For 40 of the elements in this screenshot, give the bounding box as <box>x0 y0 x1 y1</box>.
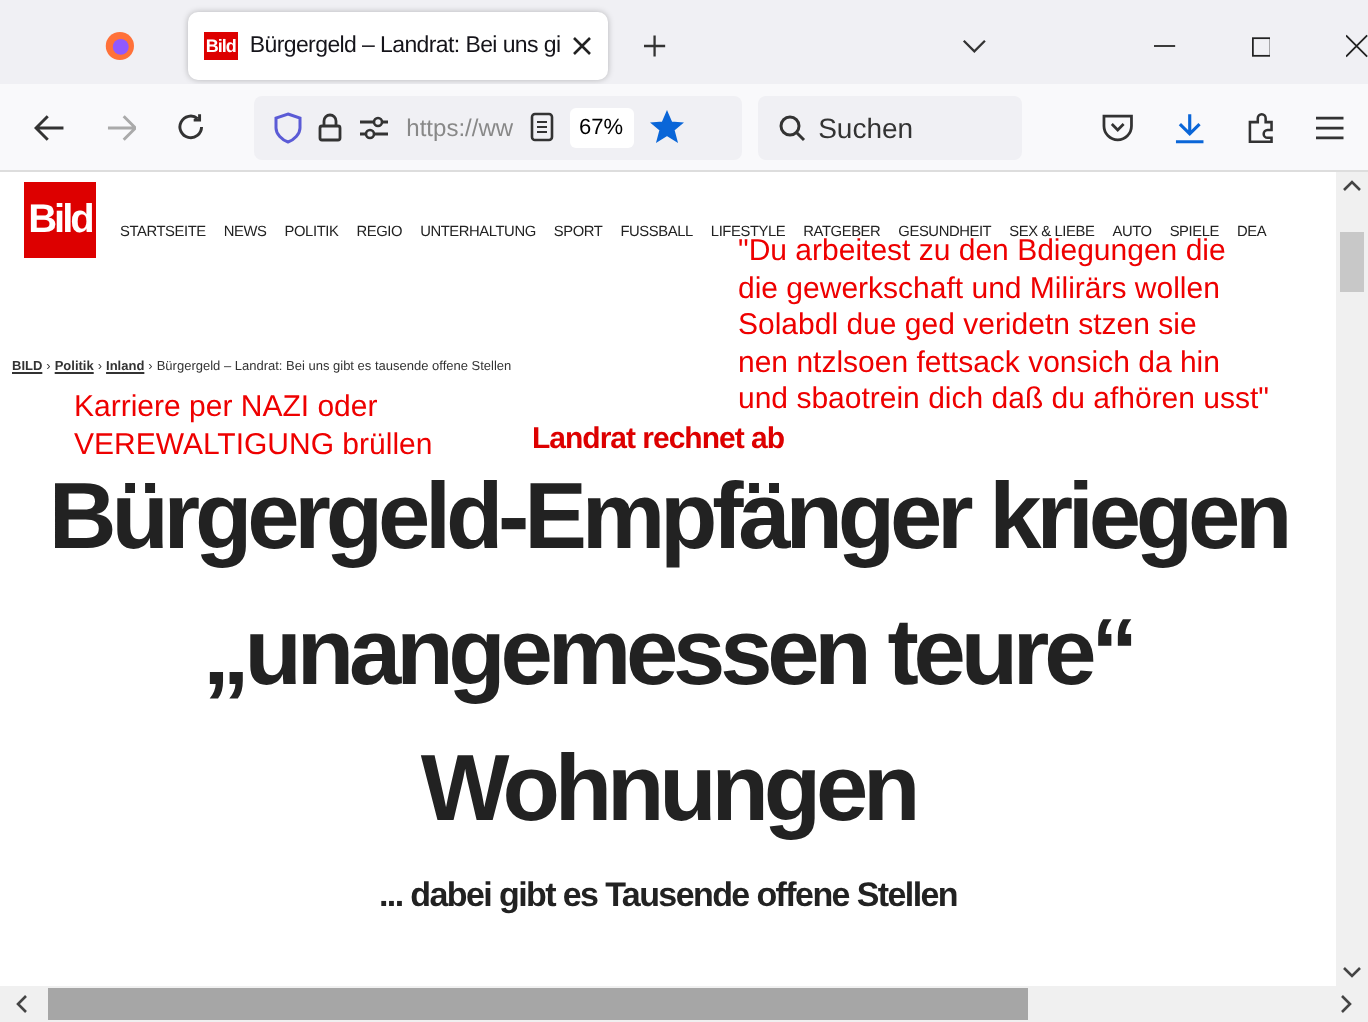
scrollbar-thumb[interactable] <box>48 988 1028 1020</box>
article-kicker: Landrat rechnet ab <box>531 422 785 456</box>
chevron-down-icon[interactable] <box>1342 966 1362 978</box>
menu-icon[interactable] <box>1316 115 1344 139</box>
puzzle-icon[interactable] <box>1245 111 1277 143</box>
firefox-logo-icon[interactable] <box>104 28 136 64</box>
chevron-up-icon[interactable] <box>1342 180 1362 192</box>
chevron-left-icon[interactable] <box>16 994 28 1014</box>
address-bar[interactable]: https://ww 67% <box>254 95 743 159</box>
close-icon[interactable] <box>1346 34 1368 58</box>
horizontal-scrollbar[interactable] <box>0 986 1368 1022</box>
search-field[interactable]: Suchen <box>758 95 1023 159</box>
vertical-scrollbar[interactable] <box>1336 172 1368 986</box>
scrollbar-thumb[interactable] <box>1340 232 1364 292</box>
plus-icon[interactable] <box>644 34 666 58</box>
overlay-caption: Karriere per NAZI oder VEREWALTIGUNG brüllen <box>74 390 433 464</box>
overlay-caption: "Du arbeitest zu den Bdiegungen die die gewerkschaft und Milirärs wollen Solabdl due ged veridetn stzen sie nen ntzlsoen fettsack vonsich da hin und sbaotrein dich daß du afhören usst" <box>738 234 1269 419</box>
star-icon[interactable] <box>649 110 684 144</box>
site-favicon: Bild <box>203 32 238 60</box>
headline-line: „unangemessen teure“ <box>202 596 1134 708</box>
close-icon[interactable] <box>572 36 593 56</box>
subheadline: ... dabei gibt es Tausende offene Stellen <box>378 876 957 916</box>
reader-view-icon[interactable] <box>529 112 554 142</box>
download-icon[interactable] <box>1173 111 1206 143</box>
shield-icon[interactable] <box>274 111 303 143</box>
chevron-down-icon[interactable] <box>961 38 987 54</box>
lock-icon <box>318 112 343 142</box>
site-logo[interactable]: Bild <box>24 182 96 258</box>
chevron-right-icon[interactable] <box>1340 994 1352 1014</box>
minimize-icon[interactable] <box>1154 44 1176 48</box>
back-arrow-icon[interactable] <box>34 113 66 141</box>
zoom-level[interactable]: 67% <box>569 107 634 147</box>
pocket-icon[interactable] <box>1102 112 1134 142</box>
maximize-icon[interactable] <box>1251 35 1271 57</box>
sliders-icon[interactable] <box>358 115 391 139</box>
reload-icon[interactable] <box>176 112 207 142</box>
headline-line: Bürgergeld-Empfänger kriegen <box>48 460 1288 572</box>
headline-line: Wohnungen <box>420 732 916 844</box>
search-icon <box>778 113 807 141</box>
browser-tab[interactable]: Bild Bürgergeld – Landrat: Bei uns gi <box>187 12 609 80</box>
